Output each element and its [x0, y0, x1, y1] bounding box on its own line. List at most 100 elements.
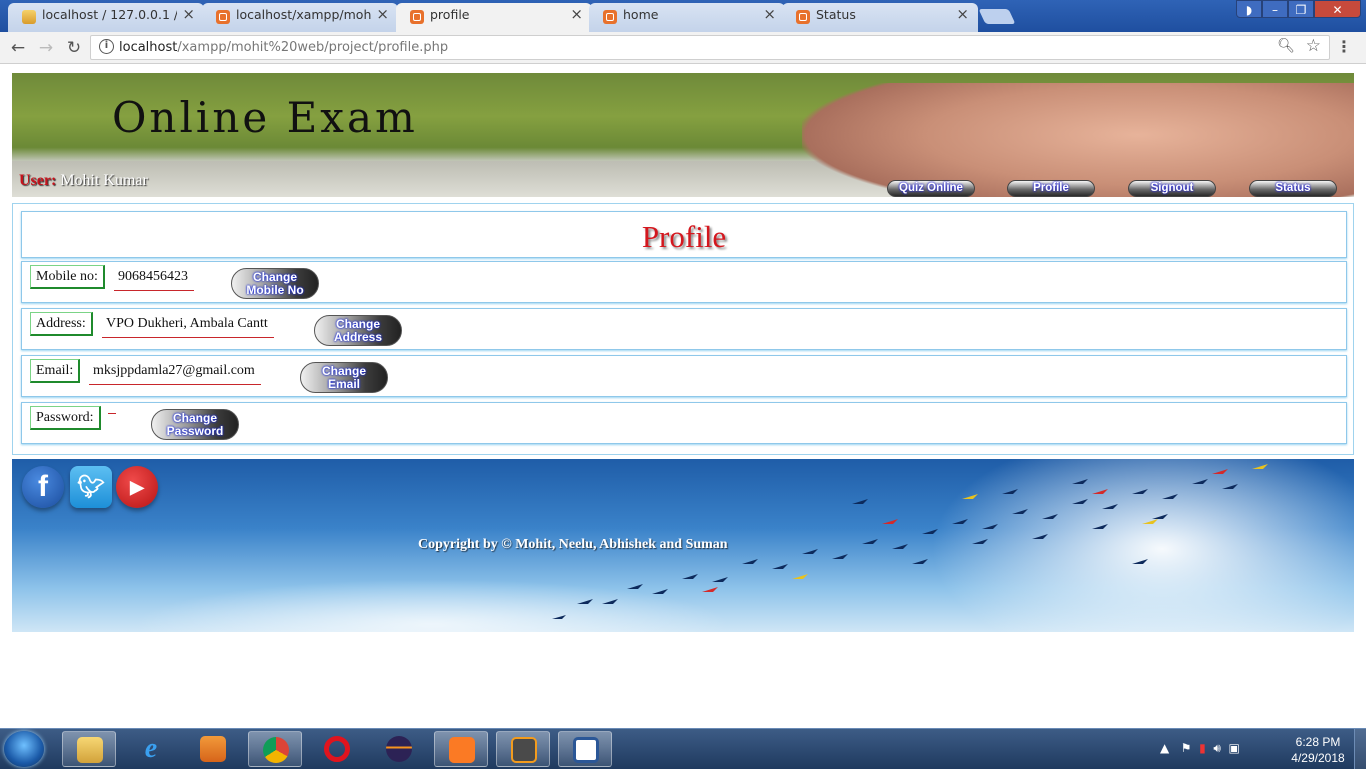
close-icon[interactable]: ×: [182, 5, 195, 23]
profile-row-address: Address: VPO Dukheri, Ambala Cantt Chang…: [21, 308, 1347, 350]
page-title: Profile: [641, 219, 727, 254]
taskbar-opera[interactable]: [310, 731, 364, 767]
windows-taskbar: e ▲ ⚑ ▮ 🔊︎ ▣ 6:28 PM 4/29/2018: [0, 728, 1366, 769]
taskbar-internet-explorer[interactable]: e: [124, 731, 178, 767]
browser-toolbar: ← → ↻ i localhost/xampp/mohit%20web/proj…: [0, 32, 1366, 64]
button-line: Password: [166, 424, 224, 438]
xampp-icon: [796, 10, 810, 24]
button-line: Mobile No: [246, 283, 304, 297]
url-path: /xampp/mohit%20web/project/profile.php: [177, 40, 449, 55]
browser-tab-strip: localhost / 127.0.0.1 / exa × localhost/…: [0, 0, 1366, 32]
site-footer: f 🐦︎ ▶ Copyright by © Mohit, Neelu, Abhi…: [12, 459, 1354, 632]
forward-icon[interactable]: →: [34, 36, 58, 60]
word-icon: [573, 737, 599, 763]
address-bar[interactable]: i localhost/xampp/mohit%20web/project/pr…: [90, 35, 1330, 60]
change-mobile-button[interactable]: Change Mobile No: [231, 268, 319, 299]
nav-signout[interactable]: Signout: [1128, 180, 1216, 197]
eclipse-icon: [386, 736, 412, 762]
facebook-icon[interactable]: f: [22, 466, 64, 508]
chrome-icon: [263, 737, 289, 763]
user-label: User:: [19, 172, 57, 189]
tab-home[interactable]: home ×: [589, 3, 785, 32]
close-icon[interactable]: ×: [376, 5, 389, 23]
heading-panel: Profile: [21, 211, 1347, 258]
info-icon[interactable]: i: [99, 39, 114, 54]
nav-quiz-online[interactable]: Quiz Online: [887, 180, 975, 197]
tab-profile[interactable]: profile ×: [396, 3, 592, 32]
email-value: mksjppdamla27@gmail.com: [89, 362, 261, 385]
close-window-icon[interactable]: ✕: [1314, 0, 1361, 18]
site-title: Online Exam: [112, 93, 418, 142]
phpmyadmin-icon: [22, 10, 36, 24]
show-hidden-icons-icon[interactable]: ▲: [1160, 741, 1169, 755]
browser-menu-icon[interactable]: ⋮: [1336, 37, 1352, 56]
sublime-text-icon: [511, 737, 537, 763]
opera-icon: [324, 736, 350, 762]
user-name: Mohit Kumar: [60, 172, 148, 189]
tab-status[interactable]: Status ×: [782, 3, 978, 32]
tab-label: localhost / 127.0.0.1 / exa: [42, 7, 177, 22]
taskbar-file-explorer[interactable]: [62, 731, 116, 767]
copyright-text: Copyright by © Mohit, Neelu, Abhishek an…: [418, 537, 728, 552]
tab-label: profile: [430, 7, 470, 22]
xampp-icon: [216, 10, 230, 24]
address-value: VPO Dukheri, Ambala Cantt: [102, 315, 274, 338]
field-label: Mobile no:: [30, 265, 105, 289]
show-desktop-button[interactable]: [1354, 729, 1366, 769]
field-label: Email:: [30, 359, 81, 383]
network-icon[interactable]: ▮: [1199, 741, 1206, 755]
clock-date: 4/29/2018: [1291, 751, 1345, 765]
tab-label: home: [623, 7, 659, 22]
reload-icon[interactable]: ↻: [62, 36, 86, 60]
field-label: Password:: [30, 406, 101, 430]
change-email-button[interactable]: Change Email: [300, 362, 388, 393]
profile-row-password: Password: Change Password: [21, 402, 1347, 444]
button-line: Address: [333, 330, 383, 344]
tab-xampp-folder[interactable]: localhost/xampp/mohit w ×: [202, 3, 398, 32]
power-icon[interactable]: ▣: [1229, 741, 1240, 755]
xampp-icon: [410, 10, 424, 24]
profile-switcher-icon[interactable]: ◗: [1236, 0, 1262, 18]
taskbar-chrome[interactable]: [248, 731, 302, 767]
taskbar-word[interactable]: [558, 731, 612, 767]
start-button[interactable]: [4, 731, 44, 767]
password-value: [108, 409, 116, 414]
profile-row-email: Email: mksjppdamla27@gmail.com Change Em…: [21, 355, 1347, 397]
nav-profile[interactable]: Profile: [1007, 180, 1095, 197]
system-tray: ▲ ⚑ ▮ 🔊︎ ▣: [1160, 741, 1240, 756]
taskbar-sublime-text[interactable]: [496, 731, 550, 767]
url-text[interactable]: localhost/xampp/mohit%20web/project/prof…: [119, 40, 448, 55]
zoom-icon[interactable]: 🔍︎: [1277, 38, 1295, 54]
taskbar-xampp[interactable]: [434, 731, 488, 767]
profile-row-mobile: Mobile no: 9068456423 Change Mobile No: [21, 261, 1347, 303]
internet-explorer-icon: e: [144, 733, 158, 764]
new-tab-button[interactable]: [978, 9, 1016, 24]
minimize-icon[interactable]: –: [1262, 0, 1288, 18]
change-address-button[interactable]: Change Address: [314, 315, 402, 346]
taskbar-media-player[interactable]: [186, 731, 240, 767]
clock-time: 6:28 PM: [1295, 735, 1341, 749]
close-icon[interactable]: ×: [956, 5, 969, 23]
tab-label: localhost/xampp/mohit w: [236, 7, 371, 22]
tab-phpmyadmin[interactable]: localhost / 127.0.0.1 / exa ×: [8, 3, 204, 32]
change-password-button[interactable]: Change Password: [151, 409, 239, 440]
taskbar-eclipse[interactable]: [372, 731, 426, 767]
volume-icon[interactable]: 🔊︎: [1213, 741, 1221, 755]
profile-content: Profile Mobile no: 9068456423 Change Mob…: [12, 203, 1354, 455]
system-clock[interactable]: 6:28 PM 4/29/2018: [1286, 734, 1350, 766]
url-host: localhost: [119, 40, 178, 55]
field-label: Address:: [30, 312, 93, 336]
xampp-icon: [449, 737, 475, 763]
mobile-value: 9068456423: [114, 268, 194, 291]
action-center-flag-icon[interactable]: ⚑: [1181, 741, 1192, 755]
twitter-icon[interactable]: 🐦︎: [70, 466, 112, 508]
restore-icon[interactable]: ❐: [1288, 0, 1314, 18]
tab-label: Status: [816, 7, 856, 22]
back-icon[interactable]: ←: [6, 36, 30, 60]
bookmark-star-icon[interactable]: ☆: [1306, 36, 1321, 56]
current-user: User: Mohit Kumar: [19, 172, 148, 190]
youtube-icon[interactable]: ▶: [116, 466, 158, 508]
close-icon[interactable]: ×: [570, 5, 583, 23]
nav-status[interactable]: Status: [1249, 180, 1337, 197]
close-icon[interactable]: ×: [763, 5, 776, 23]
